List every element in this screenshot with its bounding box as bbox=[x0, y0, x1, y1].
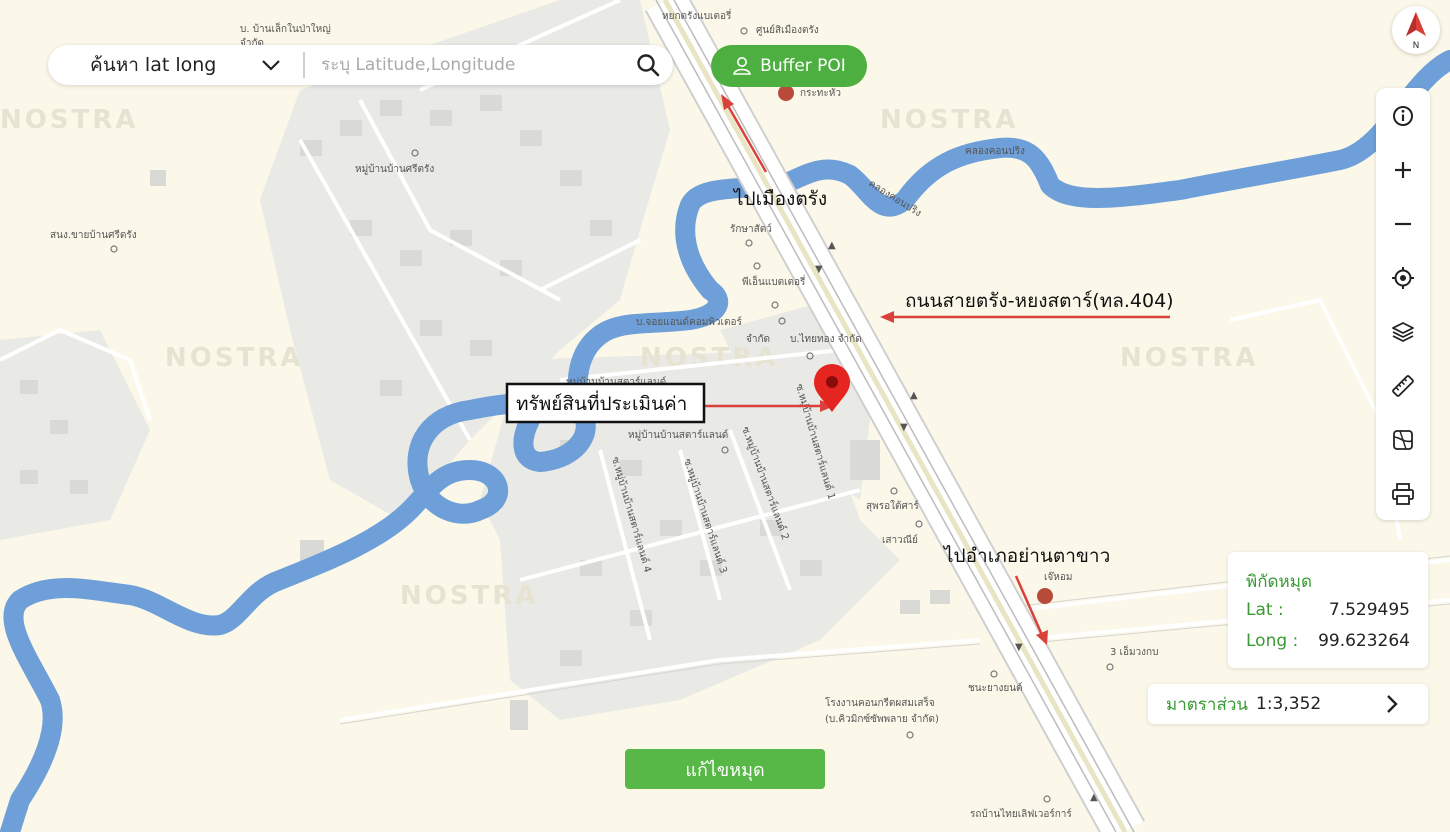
print-button[interactable] bbox=[1376, 470, 1430, 518]
map-label: จำกัด bbox=[746, 334, 770, 345]
map-label: เจ๊หอม bbox=[1044, 571, 1072, 583]
lat-label: Lat : bbox=[1246, 600, 1284, 620]
map-label: โรงงานคอนกรีตผสมเสร็จ bbox=[825, 695, 935, 709]
map-toolbar bbox=[1376, 88, 1430, 520]
crosshair-icon bbox=[1392, 267, 1414, 289]
plus-icon bbox=[1395, 162, 1411, 178]
chevron-right-icon bbox=[1387, 695, 1398, 713]
pin-coordinates-panel: พิกัดหมุด Lat : 7.529495 Long : 99.62326… bbox=[1228, 552, 1428, 668]
annotation-road: ถนนสายตรัง-หยงสตาร์(ทล.404) bbox=[905, 290, 1174, 312]
watermark-text: NOSTRA bbox=[880, 105, 1018, 135]
map-label: หมู่บ้านบ้านสตาร์แลนด์ bbox=[628, 429, 728, 441]
compass-north-label: N bbox=[1413, 41, 1420, 50]
map-label: สนง.ขายบ้านศรีตรัง bbox=[50, 229, 137, 241]
zoom-in-button[interactable] bbox=[1376, 146, 1430, 194]
map-label: ชนะยางยนต์ bbox=[968, 682, 1023, 694]
watermark-text: NOSTRA bbox=[400, 581, 538, 611]
locate-button[interactable] bbox=[1376, 254, 1430, 302]
map-icon bbox=[1393, 430, 1413, 450]
minus-icon bbox=[1395, 222, 1411, 226]
svg-text:▲: ▲ bbox=[910, 390, 918, 401]
map-label: (บ.คิวมิกซ์ซัพพลาย จำกัด) bbox=[825, 713, 939, 725]
info-icon bbox=[1393, 106, 1413, 126]
canal-label: คลองคอนปริง bbox=[965, 146, 1025, 157]
map-label: หมู่บ้านบ้านศรีตรัง bbox=[355, 163, 434, 175]
svg-text:▼: ▼ bbox=[900, 422, 908, 433]
ruler-icon bbox=[1392, 375, 1414, 397]
map-label: 3 เอ็มวงกบ bbox=[1110, 644, 1158, 658]
search-icon bbox=[637, 54, 660, 77]
search-bar: ค้นหา lat long bbox=[48, 45, 673, 85]
annotation-to-yan-ta-khao: ไปอำเภอย่านตาขาว bbox=[942, 545, 1110, 567]
map-label: พีเอ็นแบตเตอรี่ bbox=[742, 274, 806, 288]
long-value: 99.623264 bbox=[1318, 631, 1410, 651]
buffer-poi-button[interactable]: Buffer POI bbox=[711, 45, 867, 87]
layers-button[interactable] bbox=[1376, 308, 1430, 356]
search-type-label: ค้นหา lat long bbox=[90, 54, 217, 76]
north-arrow-icon: N bbox=[1406, 12, 1426, 50]
lat-value: 7.529495 bbox=[1328, 600, 1410, 620]
map-label: รถบ้านไทยเลิฟเวอร์การ์ bbox=[970, 808, 1072, 820]
search-button[interactable] bbox=[623, 53, 673, 77]
map-label: รักษาสัตว์ bbox=[730, 223, 772, 235]
map-label: เสาวณีย์ bbox=[882, 534, 918, 546]
compass-button[interactable]: N bbox=[1392, 6, 1440, 54]
edit-pin-label: แก้ไขหมุด bbox=[685, 759, 765, 781]
map-label: บ.จอยแอนด์คอมพิวเตอร์ bbox=[636, 316, 742, 328]
map-label: บ. บ้านเล็กในป่าใหญ่ bbox=[240, 21, 331, 35]
svg-text:▲: ▲ bbox=[1090, 792, 1098, 803]
map-label: กระทะหัว bbox=[800, 88, 841, 99]
lat-row: Lat : 7.529495 bbox=[1246, 600, 1410, 620]
chevron-down-icon bbox=[262, 60, 280, 71]
person-icon bbox=[733, 57, 752, 75]
map-label: สุพรอใต้ศาร์ bbox=[866, 500, 919, 512]
scale-value: 1:3,352 bbox=[1256, 694, 1322, 714]
info-button[interactable] bbox=[1376, 92, 1430, 140]
watermark-text: NOSTRA bbox=[1120, 343, 1258, 373]
layers-icon bbox=[1392, 322, 1414, 342]
map-label: หยกตรังแบเตอรี่ bbox=[662, 8, 732, 22]
printer-icon bbox=[1392, 483, 1414, 505]
search-type-dropdown[interactable]: ค้นหา lat long bbox=[48, 45, 303, 85]
scale-panel[interactable]: มาตราส่วน 1:3,352 bbox=[1148, 684, 1428, 724]
long-label: Long : bbox=[1246, 631, 1299, 651]
map-style-button[interactable] bbox=[1376, 416, 1430, 464]
watermark-text: NOSTRA bbox=[0, 105, 138, 135]
zoom-out-button[interactable] bbox=[1376, 200, 1430, 248]
svg-text:▲: ▲ bbox=[828, 240, 836, 251]
scale-label: มาตราส่วน bbox=[1166, 694, 1249, 715]
annotation-to-trang: ไปเมืองตรัง bbox=[732, 188, 827, 210]
watermark-text: NOSTRA bbox=[165, 343, 303, 373]
map-label: ศูนย์สิเมืองตรัง bbox=[756, 24, 819, 36]
svg-text:▼: ▼ bbox=[1015, 642, 1023, 653]
edit-pin-button[interactable]: แก้ไขหมุด bbox=[625, 749, 825, 789]
buffer-poi-label: Buffer POI bbox=[760, 56, 846, 76]
annotation-property: ทรัพย์สินที่ประเมินค่า bbox=[516, 390, 687, 415]
coordinates-title: พิกัดหมุด bbox=[1246, 572, 1312, 592]
map-label: บ.ไทยทอง จำกัด bbox=[790, 333, 862, 345]
svg-text:▼: ▼ bbox=[815, 264, 823, 275]
long-row: Long : 99.623264 bbox=[1246, 631, 1410, 651]
latlong-input[interactable] bbox=[305, 55, 623, 75]
measure-button[interactable] bbox=[1376, 362, 1430, 410]
